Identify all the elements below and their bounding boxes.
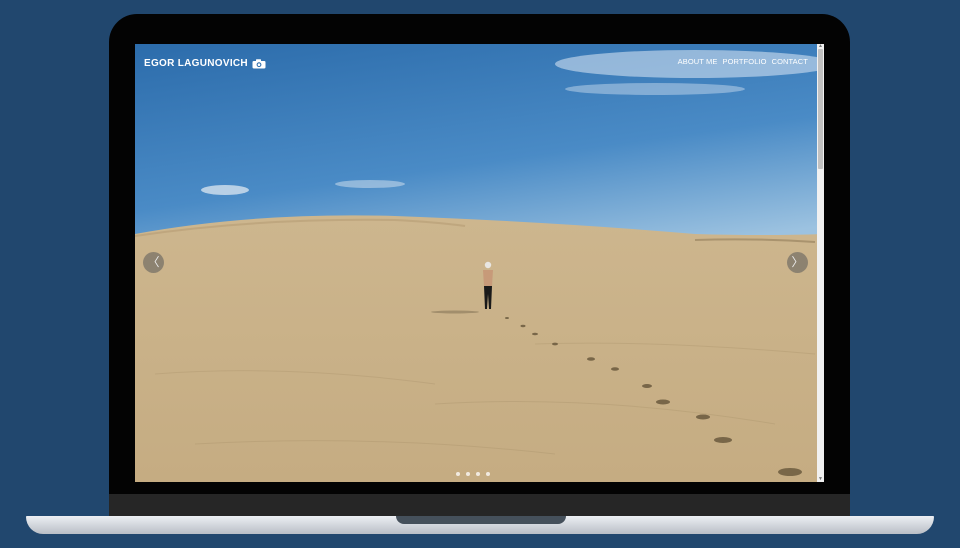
carousel-dot[interactable]: [456, 472, 460, 476]
scrollbar-thumb[interactable]: [818, 49, 823, 169]
menu-item-contact[interactable]: CONTACT: [772, 57, 808, 66]
carousel-indicators: [456, 472, 490, 476]
carousel-prev-button[interactable]: 〈: [143, 252, 164, 273]
menu-item-about[interactable]: ABOUT ME: [678, 57, 718, 66]
carousel-dot[interactable]: [466, 472, 470, 476]
main-menu: ABOUT ME PORTFOLIO CONTACT: [678, 57, 808, 66]
laptop-hinge: [109, 494, 850, 516]
carousel-dot[interactable]: [476, 472, 480, 476]
page-scrollbar[interactable]: ▲ ▼: [817, 44, 824, 482]
hero-photo: [135, 44, 824, 482]
laptop-notch: [396, 516, 566, 524]
carousel-dot[interactable]: [486, 472, 490, 476]
website-screen: EGOR LAGUNOVICH ABOUT ME PORTFOLIO CONTA…: [135, 44, 824, 482]
brand-name: EGOR LAGUNOVICH: [144, 58, 248, 69]
camera-icon: [252, 58, 266, 68]
brand-logo[interactable]: EGOR LAGUNOVICH: [144, 58, 266, 69]
scroll-down-arrow-icon[interactable]: ▼: [817, 477, 824, 482]
menu-item-portfolio[interactable]: PORTFOLIO: [722, 57, 766, 66]
carousel-next-button[interactable]: 〉: [787, 252, 808, 273]
navbar: EGOR LAGUNOVICH ABOUT ME PORTFOLIO CONTA…: [135, 44, 817, 84]
